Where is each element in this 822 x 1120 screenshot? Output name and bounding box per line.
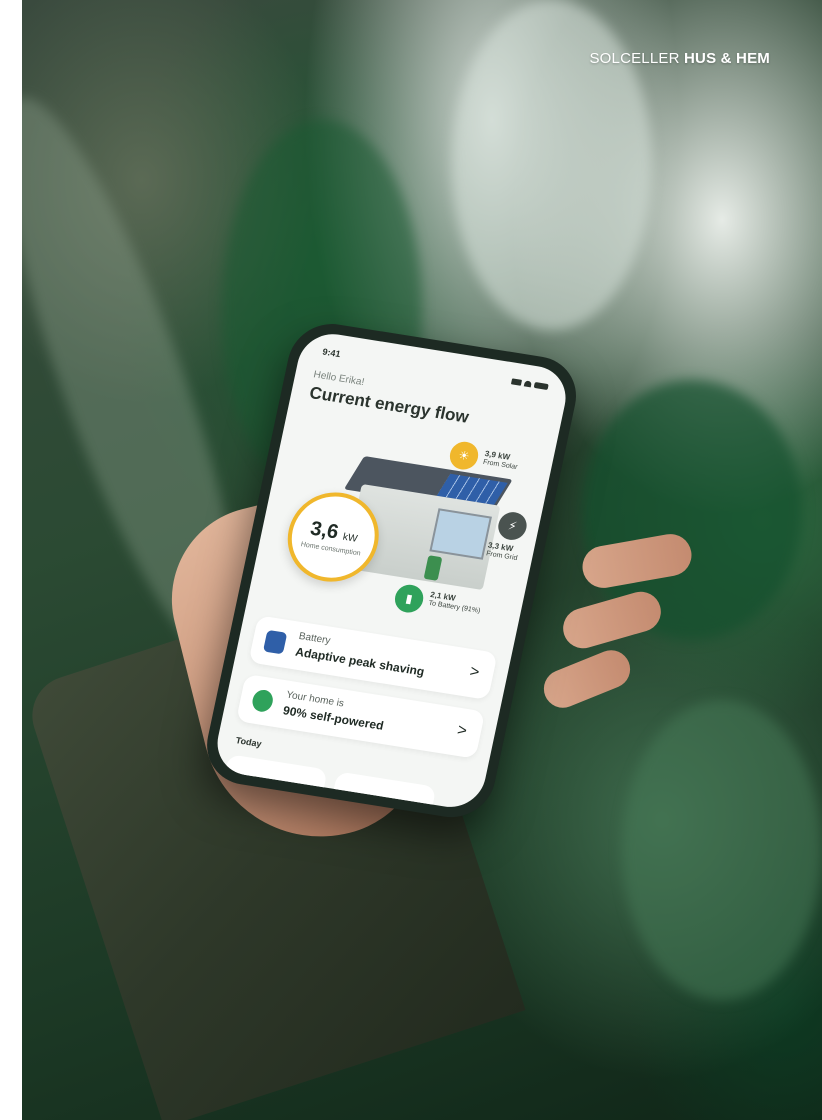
chevron-right-icon: > xyxy=(455,721,469,740)
solar-flow-label: 3,9 kW From Solar xyxy=(482,449,520,473)
blurred-leaf xyxy=(622,700,822,1000)
status-icons xyxy=(510,378,549,391)
finger xyxy=(538,644,636,714)
battery-icon xyxy=(262,629,288,655)
grid-label: From Grid xyxy=(485,550,518,563)
battery-status-icon xyxy=(533,381,549,391)
battery-flow-icon[interactable]: ▮ xyxy=(392,582,426,615)
solar-label: From Solar xyxy=(482,459,518,472)
grid-flow-label: 3,3 kW From Grid xyxy=(485,541,520,564)
house-window xyxy=(429,508,492,560)
today-heading: Today xyxy=(234,735,263,749)
battery-card-title: Adaptive peak shaving xyxy=(294,644,426,679)
wifi-icon xyxy=(523,380,532,388)
solar-icon[interactable]: ☀ xyxy=(447,439,481,472)
leaf-icon xyxy=(250,688,275,714)
grid-icon[interactable]: ⚡ xyxy=(495,510,530,542)
magazine-brand: SOLCELLER HUS & HEM xyxy=(589,50,770,67)
energy-flow-diagram: ☀ 3,9 kW From Solar ⚡ 3,3 kW From Grid ▮… xyxy=(267,416,552,631)
home-value-unit: kW xyxy=(341,531,359,545)
status-time: 9:41 xyxy=(321,346,342,360)
brand-name: HUS & HEM xyxy=(684,50,770,67)
battery-card-subtitle: Battery xyxy=(297,630,332,647)
chevron-right-icon: > xyxy=(468,663,481,682)
signal-icon xyxy=(510,378,523,386)
brand-prefix: SOLCELLER xyxy=(589,50,680,67)
home-value-number: 3,6 xyxy=(308,517,341,544)
battery-flow-label: 2,1 kW To Battery (91%) xyxy=(427,590,482,617)
